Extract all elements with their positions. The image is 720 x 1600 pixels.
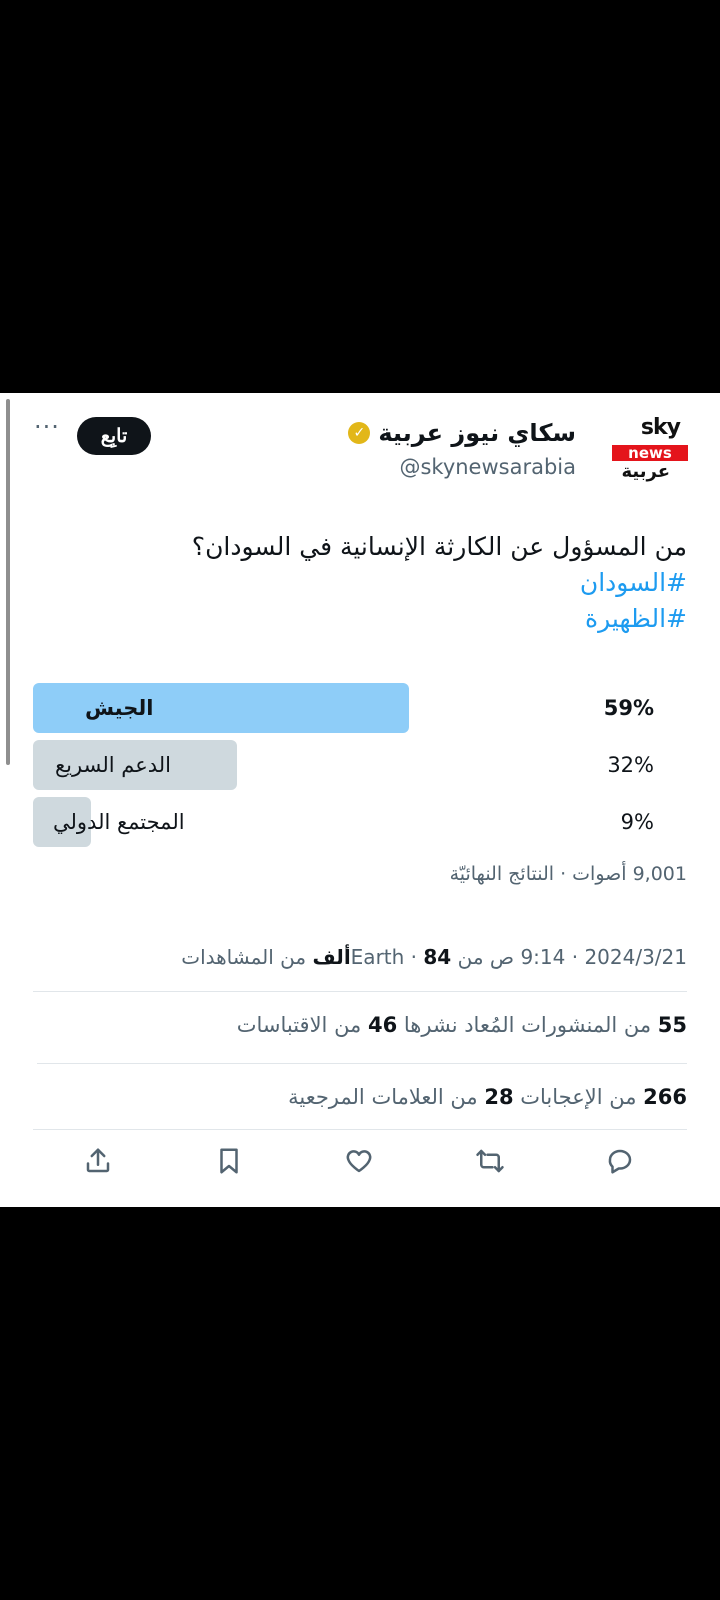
logo-arabic-text: عربية (621, 461, 670, 482)
hashtag-sudan[interactable]: #السودان (27, 565, 687, 601)
scrollbar[interactable] (6, 399, 10, 765)
poll-option-rsf: الدعم السريع (33, 740, 453, 790)
bookmarks-label: من العلامات المرجعية (288, 1085, 485, 1109)
like-icon[interactable] (339, 1141, 379, 1181)
poll-option-percent: 59% (603, 696, 654, 720)
poll-option-label: الدعم السريع (55, 753, 172, 777)
poll-option-percent: 32% (607, 753, 654, 777)
bookmarks-count: 28 (484, 1085, 514, 1109)
views-label: من المشاهدات (181, 945, 313, 969)
verified-badge-icon: ✓ (348, 422, 371, 444)
quotes-label: من الاقتباسات (236, 1013, 368, 1037)
tweet-question: من المسؤول عن الكارثة الإنسانية في السود… (191, 532, 687, 561)
reposts-label: من المنشورات المُعاد نشرها (397, 1013, 658, 1037)
quotes-stat[interactable]: 46 من الاقتباسات (237, 1013, 398, 1037)
reply-icon[interactable] (600, 1141, 640, 1181)
poll-option-percent: 9% (620, 810, 654, 834)
follow-button[interactable]: تابِع (77, 417, 151, 455)
retweet-icon[interactable] (470, 1141, 510, 1181)
logo-sky-text: sky (640, 415, 681, 440)
poll-option-label: الجيش (85, 696, 154, 720)
logo-news-text: news (612, 445, 688, 461)
likes-label: من الإعجابات (513, 1085, 644, 1109)
reposts-count: 55 (657, 1013, 687, 1037)
hashtag-dhuhr[interactable]: #الظهيرة (27, 601, 687, 637)
sky-news-arabia-logo[interactable]: sky news عربية (606, 415, 688, 482)
poll-option-army: الجيش (33, 683, 453, 733)
bookmark-icon[interactable] (209, 1141, 249, 1181)
action-bar (0, 1133, 720, 1183)
repost-stats: 55 من المنشورات المُعاد نشرها 46 من الاق… (237, 1013, 687, 1037)
reposts-stat[interactable]: 55 من المنشورات المُعاد نشرها (397, 1013, 687, 1037)
display-name[interactable]: سكاي نيوز عربية ✓ (348, 419, 576, 447)
more-options-icon[interactable]: ··· (34, 413, 60, 441)
tweet-text: من المسؤول عن الكارثة الإنسانية في السود… (27, 529, 687, 637)
poll-option-intl-community: المجتمع الدولي (33, 797, 453, 847)
divider (37, 1063, 687, 1064)
display-name-text: سكاي نيوز عربية (378, 419, 576, 447)
quotes-count: 46 (367, 1013, 398, 1037)
likes-stat[interactable]: 266 من الإعجابات (514, 1085, 687, 1109)
bookmarks-stat[interactable]: 28 من العلامات المرجعية (288, 1085, 513, 1109)
divider (33, 991, 687, 992)
likes-count: 266 (643, 1085, 687, 1109)
tweet-meta: 2024/3/21 · 9:14 ص من Earth · 84ألف من ا… (181, 945, 687, 969)
poll-option-label: المجتمع الدولي (53, 810, 185, 834)
poll-summary: 9,001 أصوات · النتائج النهائيّة (449, 863, 687, 885)
tweet-card: sky news عربية سكاي نيوز عربية ✓ @skynew… (0, 393, 720, 1207)
divider (33, 1129, 687, 1130)
user-handle[interactable]: @skynewsarabia (399, 455, 576, 479)
like-stats: 266 من الإعجابات 28 من العلامات المرجعية (288, 1085, 687, 1109)
share-icon[interactable] (78, 1141, 118, 1181)
tweet-datetime[interactable]: 2024/3/21 · 9:14 ص من Earth · (351, 945, 687, 969)
